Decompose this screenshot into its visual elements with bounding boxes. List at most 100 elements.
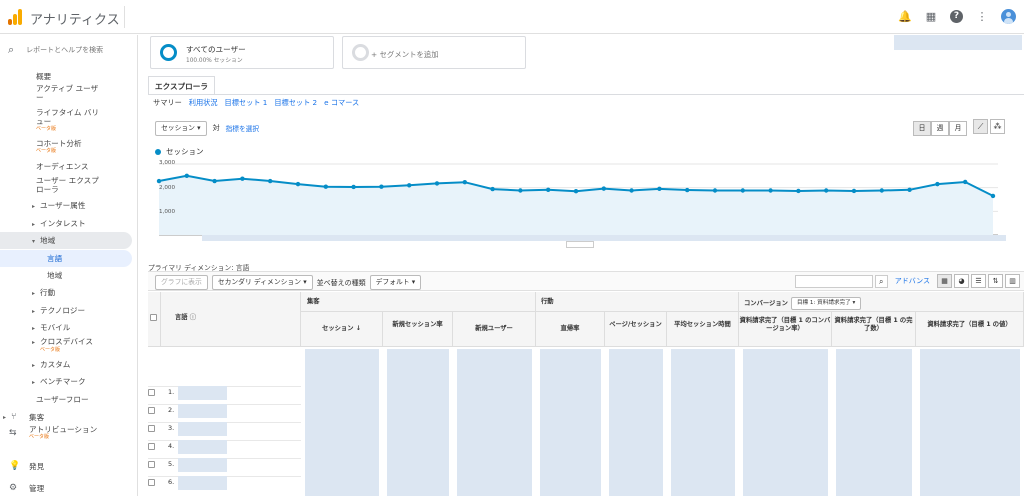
goal-select[interactable]: 目標 1: 資料請求完了 ▾: [790, 297, 862, 310]
data-point[interactable]: [712, 188, 718, 193]
sidebar-item-mobile[interactable]: ▸ モバイル: [0, 323, 132, 333]
data-point[interactable]: [629, 188, 634, 193]
sidebar-item-admin[interactable]: ⚙ 管理: [0, 484, 132, 494]
avatar[interactable]: [1001, 9, 1016, 24]
data-point[interactable]: [268, 178, 273, 184]
data-point[interactable]: [462, 180, 467, 185]
motion-chart-icon[interactable]: ⁂: [990, 119, 1005, 134]
sidebar-item-attribution[interactable]: ⇆ アトリビューション ベータ版: [0, 425, 100, 440]
month-button[interactable]: 月: [949, 121, 967, 136]
sidebar-item-cohort[interactable]: コホート分析 ベータ版: [0, 139, 102, 154]
pivot-view-icon[interactable]: ▥: [1005, 274, 1020, 288]
metric-select[interactable]: セッション ▾: [155, 120, 207, 136]
sidebar-item-audiences[interactable]: オーディエンス: [0, 162, 132, 171]
day-button[interactable]: 日: [913, 121, 931, 136]
sort-type-select[interactable]: デフォルト ▾: [369, 275, 422, 290]
data-point[interactable]: [323, 184, 328, 189]
sidebar-item-geo[interactable]: ▾ 地域: [0, 232, 132, 249]
data-point[interactable]: [518, 188, 523, 193]
week-button[interactable]: 週: [931, 121, 949, 136]
help-icon[interactable]: ?: [950, 10, 963, 23]
sidebar-item-ltv[interactable]: ライフタイム バリュー ベータ版: [0, 108, 102, 132]
col-avg-session-duration[interactable]: 平均セッション時間: [667, 312, 739, 347]
row-checkbox[interactable]: [148, 461, 155, 468]
segment-all-users[interactable]: すべてのユーザー 100.00% セッション: [150, 36, 334, 69]
data-point[interactable]: [156, 178, 162, 184]
data-point[interactable]: [601, 186, 606, 191]
data-point[interactable]: [935, 181, 940, 187]
select-metric-link[interactable]: 指標を選択: [226, 123, 259, 133]
row-checkbox[interactable]: [148, 389, 155, 396]
data-point[interactable]: [240, 176, 245, 181]
sidebar-item-interests[interactable]: ▸ インタレスト: [0, 219, 132, 229]
data-point[interactable]: [295, 181, 301, 187]
subtab-goal-set-1[interactable]: 目標セット 1: [225, 98, 268, 108]
col-bounce-rate[interactable]: 直帰率: [536, 312, 605, 347]
data-point[interactable]: [851, 188, 857, 194]
sidebar-item-benchmark[interactable]: ▸ ベンチマーク: [0, 377, 132, 387]
sidebar-item-behavior[interactable]: ▸ 行動: [0, 288, 132, 298]
sidebar-item-acquisition[interactable]: ▸ ⑂ 集客: [0, 413, 132, 423]
sidebar-item-custom[interactable]: ▸ カスタム: [0, 360, 132, 370]
data-point[interactable]: [990, 193, 996, 199]
row-checkbox[interactable]: [148, 443, 155, 450]
data-point[interactable]: [768, 188, 773, 193]
data-point[interactable]: [184, 173, 189, 179]
data-point[interactable]: [407, 183, 412, 188]
col-pages-per-session[interactable]: ページ/セッション: [605, 312, 667, 347]
secondary-dimension-select[interactable]: セカンダリ ディメンション ▾: [211, 275, 313, 290]
range-handle[interactable]: [566, 241, 594, 248]
line-chart-icon[interactable]: ⟋: [973, 119, 988, 134]
comparison-view-icon[interactable]: ⇅: [988, 274, 1003, 288]
data-point[interactable]: [657, 186, 662, 192]
sidebar-item-location[interactable]: 地域: [0, 271, 132, 280]
col-new-users[interactable]: 新規ユーザー: [453, 312, 536, 347]
col-new-session-rate[interactable]: 新規セッション率: [383, 312, 453, 347]
data-point[interactable]: [907, 187, 912, 192]
data-point[interactable]: [434, 181, 440, 186]
sidebar-item-discover[interactable]: 💡 発見: [0, 462, 132, 472]
row-checkbox[interactable]: [148, 479, 155, 486]
data-point[interactable]: [546, 187, 551, 192]
more-vert-icon[interactable]: ⋮: [975, 10, 989, 24]
data-point[interactable]: [379, 184, 384, 189]
col-goal1-completions[interactable]: 資料請求完了（目標 1 の完了数）: [832, 312, 916, 347]
data-point[interactable]: [796, 188, 801, 194]
col-goal1-conversion-rate[interactable]: 資料請求完了（目標 1 のコンバージョン率）: [739, 312, 832, 347]
sidebar-item-demographics[interactable]: ▸ ユーザー属性: [0, 201, 132, 211]
plot-rows-button[interactable]: グラフに表示: [155, 275, 208, 290]
table-view-icon[interactable]: ▦: [937, 274, 952, 288]
segment-add[interactable]: + セグメントを追加: [342, 36, 526, 69]
data-point[interactable]: [740, 188, 745, 193]
row-checkbox[interactable]: [148, 407, 155, 414]
search-bar[interactable]: ⌕ レポートとヘルプを検索: [8, 43, 103, 57]
apps-grid-icon[interactable]: ▦: [924, 10, 938, 24]
sidebar-item-active-users[interactable]: アクティブ ユーザー: [0, 84, 102, 102]
data-point[interactable]: [212, 178, 217, 184]
data-point[interactable]: [963, 179, 968, 185]
sidebar-item-users-flow[interactable]: ユーザーフロー: [0, 395, 132, 404]
col-sessions[interactable]: セッション ↓: [301, 312, 383, 347]
row-checkbox[interactable]: [148, 425, 155, 432]
sidebar-item-cross-device[interactable]: ▸ クロスデバイス ベータ版: [0, 337, 132, 353]
data-point[interactable]: [490, 186, 495, 192]
col-goal1-value[interactable]: 資料請求完了（目標 1 の値）: [916, 312, 1024, 347]
sidebar-item-language[interactable]: 言語: [0, 250, 132, 267]
search-icon[interactable]: ⌕: [874, 274, 888, 288]
notifications-icon[interactable]: 🔔: [898, 10, 912, 24]
performance-view-icon[interactable]: ☰: [971, 274, 986, 288]
pie-view-icon[interactable]: ◕: [954, 274, 969, 288]
select-all-checkbox[interactable]: [150, 314, 157, 321]
table-search-input[interactable]: [794, 274, 873, 288]
chart-range-scroller[interactable]: [202, 235, 1006, 241]
subtab-ecommerce[interactable]: e コマース: [324, 98, 359, 108]
analytics-logo[interactable]: [8, 9, 22, 25]
tab-explorer[interactable]: エクスプローラ: [148, 76, 215, 95]
sidebar-item-user-explorer[interactable]: ユーザー エクスプローラ: [0, 176, 100, 194]
subtab-goal-set-2[interactable]: 目標セット 2: [274, 98, 317, 108]
subtab-usage[interactable]: 利用状況: [189, 98, 218, 108]
dimension-header[interactable]: 言語 ⓘ: [161, 292, 301, 347]
sidebar-item-technology[interactable]: ▸ テクノロジー: [0, 306, 132, 316]
data-point[interactable]: [351, 184, 356, 190]
advanced-link[interactable]: アドバンス: [895, 276, 930, 286]
